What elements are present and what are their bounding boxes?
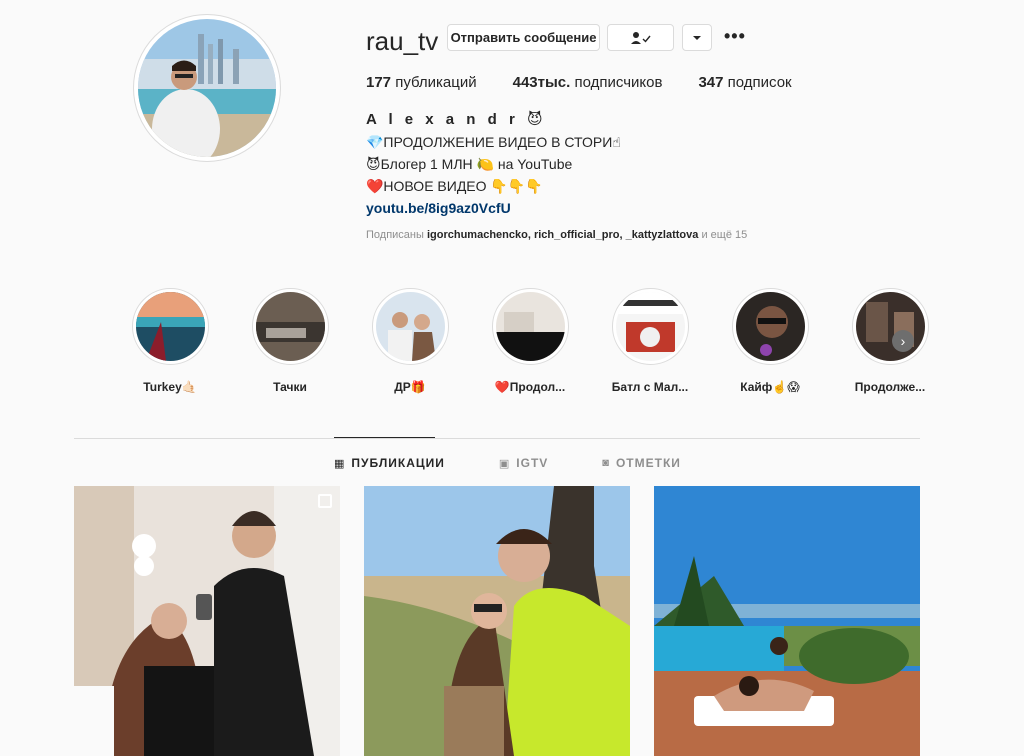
tab-posts-label: ПУБЛИКАЦИИ [351,456,445,470]
post-thumbnail[interactable] [74,486,340,756]
highlight-item[interactable]: Тачки [230,288,350,394]
highlight-label: Кайф☝️😱 [740,380,800,394]
post-thumbnail[interactable] [364,486,630,756]
following-button[interactable] [607,24,674,51]
highlight-cover [735,292,805,361]
tab-posts[interactable]: ▦ ПУБЛИКАЦИИ [334,456,445,470]
highlight-item[interactable]: Turkey🤙🏻 [110,288,230,394]
highlight-item[interactable]: Продолже... [830,288,950,394]
tab-igtv[interactable]: ▣ IGTV [499,456,548,470]
highlight-cover [615,292,685,361]
tabs-divider [74,438,920,439]
chevron-right-icon[interactable]: › [892,330,914,352]
bio-line-2: 😈Блогер 1 МЛН 🍋 на YouTube [366,156,573,172]
igtv-icon: ▣ [498,457,511,470]
bio-line-1: 💎ПРОДОЛЖЕНИЕ ВИДЕО В СТОРИ☝ [366,134,621,150]
active-tab-indicator [334,437,435,438]
highlight-item[interactable]: Батл с Мал... [590,288,710,394]
bio-line-3: ❤️НОВОЕ ВИДЕО 👇👇👇 [366,178,543,194]
profile-username: rau_tv [366,26,439,56]
highlight-item[interactable]: Кайф☝️😱 [710,288,830,394]
tab-igtv-label: IGTV [516,456,549,470]
followed-prefix: Подписаны [366,229,427,241]
person-check-icon [630,31,651,44]
post-thumbnail[interactable] [654,486,920,756]
bio-link[interactable]: youtu.be/8ig9az0VcfU [366,197,621,219]
more-options-icon[interactable]: ••• [724,26,746,47]
followers-stat[interactable]: 443тыс. подписчиков [513,74,663,91]
multiple-photos-icon [318,494,332,508]
followed-suffix: и ещё 15 [698,229,748,241]
highlight-cover [135,292,205,361]
profile-avatar[interactable] [133,14,281,162]
caret-down-icon [693,35,701,40]
profile-bio: A l e x a n d r 😈 💎ПРОДОЛЖЕНИЕ ВИДЕО В С… [366,109,621,219]
highlight-cover [255,292,325,361]
highlight-cover [495,292,565,361]
grid-icon: ▦ [334,457,346,470]
highlight-label: Тачки [273,380,307,394]
followers-label: подписчиков [570,74,663,91]
profile-tabs: ▦ ПУБЛИКАЦИИ ▣ IGTV ◙ ОТМЕТКИ [334,456,735,470]
highlight-item[interactable]: ДР🎁 [350,288,470,394]
highlight-label: Батл с Мал... [611,380,689,394]
highlight-cover [855,292,925,361]
send-message-button[interactable]: Отправить сообщение [447,24,600,51]
highlight-label: ❤️Продол... [494,380,566,394]
followed-users: igorchumachencko, rich_official_pro, _ka… [426,229,699,241]
avatar-image [138,19,276,157]
bio-name: A l e x a n d r 😈 [366,111,547,128]
posts-label: публикаций [391,74,477,91]
highlight-label: Продолже... [854,380,926,394]
following-label: подписок [723,74,792,91]
followed-by[interactable]: Подписаны igorchumachencko, rich_officia… [366,229,747,241]
following-stat[interactable]: 347 подписок [698,74,791,91]
profile-stats: 177 публикаций 443тыс. подписчиков 347 п… [366,74,828,91]
story-highlights: Turkey🤙🏻 Тачки ДР🎁 ❤️Продол... Батл с Ма… [110,288,950,394]
followers-count: 443тыс. [512,74,571,91]
posts-stat: 177 публикаций [366,74,477,91]
highlight-label: Turkey🤙🏻 [143,380,197,394]
highlight-label: ДР🎁 [394,380,426,394]
posts-count: 177 [366,74,392,91]
following-count: 347 [698,74,724,91]
tagged-icon: ◙ [602,457,610,469]
tab-tagged-label: ОТМЕТКИ [615,456,681,470]
highlight-cover [375,292,445,361]
highlight-item[interactable]: ❤️Продол... [470,288,590,394]
suggestions-dropdown-button[interactable] [682,24,712,51]
tab-tagged[interactable]: ◙ ОТМЕТКИ [602,456,681,470]
